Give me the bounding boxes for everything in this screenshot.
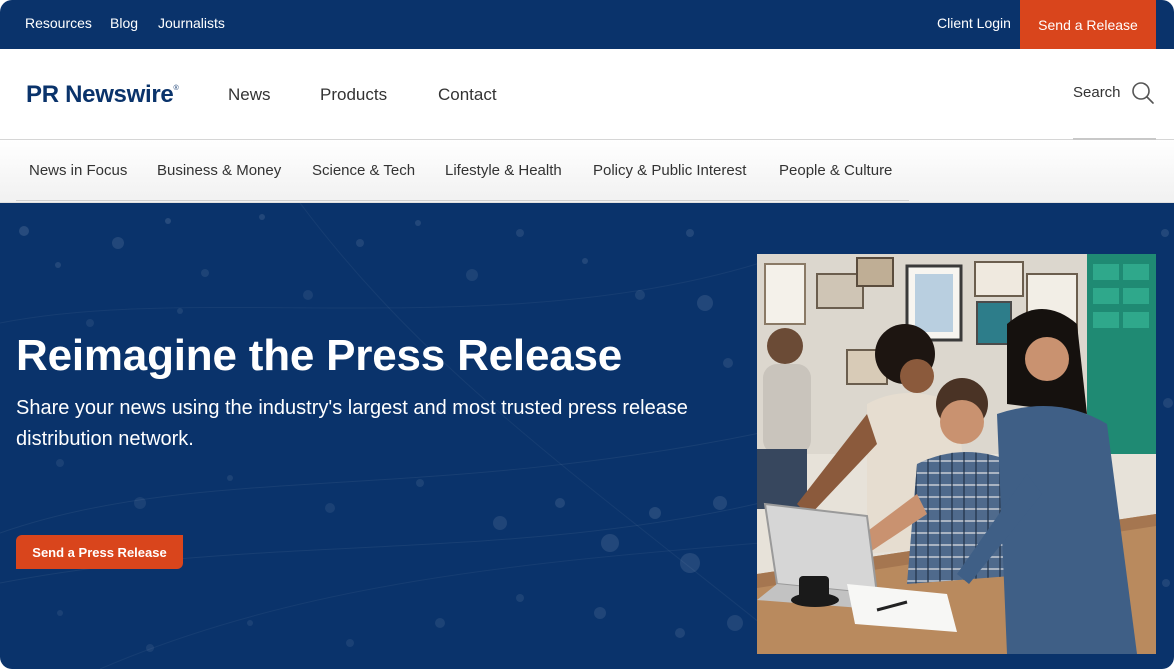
blog-link[interactable]: Blog: [110, 15, 138, 31]
category-business-money[interactable]: Business & Money: [157, 162, 281, 179]
nav-news[interactable]: News: [228, 85, 271, 105]
search-label: Search: [1073, 84, 1121, 101]
journalists-link[interactable]: Journalists: [158, 15, 225, 31]
client-login-link[interactable]: Client Login: [937, 15, 1011, 31]
nav-products[interactable]: Products: [320, 85, 387, 105]
category-science-tech[interactable]: Science & Tech: [312, 162, 415, 179]
nav-contact[interactable]: Contact: [438, 85, 497, 105]
category-nav: News in Focus Business & Money Science &…: [0, 140, 1174, 204]
category-divider: [16, 200, 909, 201]
category-news-in-focus[interactable]: News in Focus: [29, 162, 127, 179]
utility-bar: Resources Blog Journalists Client Login …: [0, 0, 1174, 49]
send-release-button[interactable]: Send a Release: [1020, 0, 1156, 49]
logo-text: PR Newswire: [26, 81, 174, 108]
hero-subtitle: Share your news using the industry's lar…: [16, 397, 688, 450]
send-press-release-button[interactable]: Send a Press Release: [16, 535, 183, 569]
hero-title: Reimagine the Press Release: [16, 331, 623, 380]
pr-newswire-logo[interactable]: PR Newswire®: [26, 81, 179, 109]
category-policy-public-interest[interactable]: Policy & Public Interest: [593, 162, 746, 179]
search-icon: [1132, 82, 1154, 104]
resources-link[interactable]: Resources: [25, 15, 92, 31]
main-header: PR Newswire® News Products Contact Searc…: [0, 49, 1174, 140]
page: Resources Blog Journalists Client Login …: [0, 0, 1174, 669]
logo-registered-mark: ®: [173, 85, 179, 92]
search-button[interactable]: Search: [1073, 49, 1156, 140]
hero-banner: Reimagine the Press Release Share your n…: [0, 203, 1174, 669]
hero-photo: [757, 254, 1156, 654]
category-lifestyle-health[interactable]: Lifestyle & Health: [445, 162, 562, 179]
category-people-culture[interactable]: People & Culture: [779, 162, 892, 179]
team-at-laptop-illustration: [757, 254, 1156, 654]
